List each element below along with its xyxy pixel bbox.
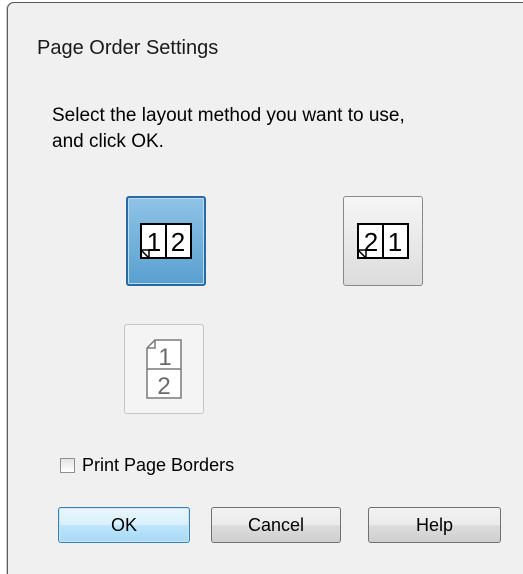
page-order-left-to-right-icon: 1 2 (140, 223, 192, 259)
screen: Page Order Settings Select the layout me… (0, 0, 523, 574)
help-button[interactable]: Help (368, 507, 501, 543)
layout-right-to-left-button[interactable]: 2 1 (343, 196, 423, 286)
print-page-borders-checkbox[interactable] (60, 457, 75, 473)
layout-left-to-right-button[interactable]: 1 2 (126, 196, 206, 286)
page-number-first: 1 (158, 344, 171, 371)
page-number-second: 1 (388, 227, 402, 257)
page-order-top-to-bottom-icon: 1 2 (146, 339, 182, 399)
ok-button[interactable]: OK (58, 507, 190, 543)
instruction-text: Select the layout method you want to use… (52, 103, 512, 155)
page-number-first: 2 (364, 227, 378, 257)
page-order-dialog: Page Order Settings Select the layout me… (7, 2, 523, 574)
instruction-line-1: Select the layout method you want to use… (52, 105, 405, 126)
dialog-title: Page Order Settings (37, 37, 219, 59)
page-number-first: 1 (147, 227, 161, 257)
print-page-borders-label[interactable]: Print Page Borders (82, 455, 234, 476)
page-number-second: 2 (157, 373, 170, 399)
print-page-borders-row[interactable]: Print Page Borders (60, 454, 234, 476)
layout-top-to-bottom-button[interactable]: 1 2 (124, 324, 204, 414)
page-number-second: 2 (171, 227, 185, 257)
cancel-button[interactable]: Cancel (211, 507, 341, 543)
page-order-right-to-left-icon: 2 1 (357, 223, 409, 259)
instruction-line-2: and click OK. (52, 131, 164, 152)
